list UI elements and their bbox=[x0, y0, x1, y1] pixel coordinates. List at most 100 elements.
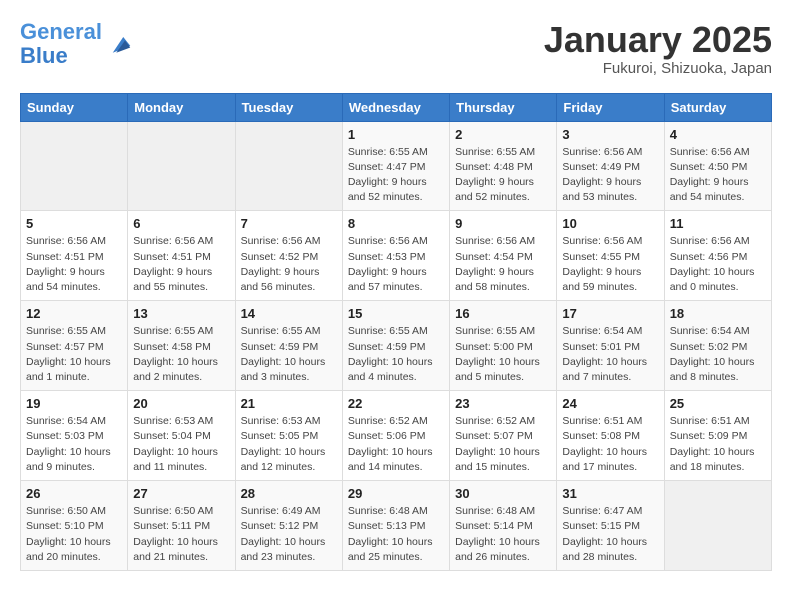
day-info: Sunrise: 6:53 AM Sunset: 5:04 PM Dayligh… bbox=[133, 414, 229, 475]
day-info: Sunrise: 6:55 AM Sunset: 4:48 PM Dayligh… bbox=[455, 145, 551, 206]
weekday-header-thursday: Thursday bbox=[450, 93, 557, 121]
day-info: Sunrise: 6:54 AM Sunset: 5:02 PM Dayligh… bbox=[670, 324, 766, 385]
day-number: 20 bbox=[133, 396, 229, 411]
day-cell: 16 Sunrise: 6:55 AM Sunset: 5:00 PM Dayli… bbox=[450, 301, 557, 391]
day-number: 10 bbox=[562, 216, 658, 231]
day-number: 7 bbox=[241, 216, 337, 231]
day-info: Sunrise: 6:56 AM Sunset: 4:51 PM Dayligh… bbox=[26, 234, 122, 295]
day-info: Sunrise: 6:55 AM Sunset: 4:58 PM Dayligh… bbox=[133, 324, 229, 385]
day-info: Sunrise: 6:54 AM Sunset: 5:03 PM Dayligh… bbox=[26, 414, 122, 475]
day-cell: 30Sunrise: 6:48 AM Sunset: 5:14 PM Dayli… bbox=[450, 481, 557, 571]
day-cell: 31 Sunrise: 6:47 AM Sunset: 5:15 PM Dayli… bbox=[557, 481, 664, 571]
day-number: 31 bbox=[562, 486, 658, 501]
day-number: 21 bbox=[241, 396, 337, 411]
title-block: January 2025 Fukuroi, Shizuoka, Japan bbox=[544, 20, 772, 77]
day-cell: 5 Sunrise: 6:56 AM Sunset: 4:51 PM Daylig… bbox=[21, 211, 128, 301]
day-info: Sunrise: 6:53 AM Sunset: 5:05 PM Dayligh… bbox=[241, 414, 337, 475]
logo-general: General bbox=[20, 19, 102, 44]
week-row-5: 26 Sunrise: 6:50 AM Sunset: 5:10 PM Dayli… bbox=[21, 481, 772, 571]
day-number: 19 bbox=[26, 396, 122, 411]
day-number: 2 bbox=[455, 127, 551, 142]
logo-text: General Blue bbox=[20, 20, 102, 68]
day-number: 8 bbox=[348, 216, 444, 231]
day-info: Sunrise: 6:49 AM Sunset: 5:12 PM Dayligh… bbox=[241, 504, 337, 565]
day-cell: 22 Sunrise: 6:52 AM Sunset: 5:06 PM Dayli… bbox=[342, 391, 449, 481]
day-number: 16 bbox=[455, 306, 551, 321]
day-info: Sunrise: 6:56 AM Sunset: 4:53 PM Dayligh… bbox=[348, 234, 444, 295]
day-cell: 28 Sunrise: 6:49 AM Sunset: 5:12 PM Dayli… bbox=[235, 481, 342, 571]
day-info: Sunrise: 6:52 AM Sunset: 5:07 PM Dayligh… bbox=[455, 414, 551, 475]
day-info: Sunrise: 6:51 AM Sunset: 5:09 PM Dayligh… bbox=[670, 414, 766, 475]
day-cell: 7 Sunrise: 6:56 AM Sunset: 4:52 PM Daylig… bbox=[235, 211, 342, 301]
day-info: Sunrise: 6:55 AM Sunset: 4:59 PM Dayligh… bbox=[348, 324, 444, 385]
weekday-header-friday: Friday bbox=[557, 93, 664, 121]
day-info: Sunrise: 6:48 AM Sunset: 5:13 PM Dayligh… bbox=[348, 504, 444, 565]
day-info: Sunrise: 6:50 AM Sunset: 5:11 PM Dayligh… bbox=[133, 504, 229, 565]
day-cell bbox=[128, 121, 235, 211]
day-info: Sunrise: 6:56 AM Sunset: 4:55 PM Dayligh… bbox=[562, 234, 658, 295]
location-subtitle: Fukuroi, Shizuoka, Japan bbox=[544, 60, 772, 77]
day-cell: 25 Sunrise: 6:51 AM Sunset: 5:09 PM Dayli… bbox=[664, 391, 771, 481]
week-row-3: 12Sunrise: 6:55 AM Sunset: 4:57 PM Dayli… bbox=[21, 301, 772, 391]
day-number: 4 bbox=[670, 127, 766, 142]
day-info: Sunrise: 6:51 AM Sunset: 5:08 PM Dayligh… bbox=[562, 414, 658, 475]
day-cell: 18 Sunrise: 6:54 AM Sunset: 5:02 PM Dayli… bbox=[664, 301, 771, 391]
day-cell: 12Sunrise: 6:55 AM Sunset: 4:57 PM Dayli… bbox=[21, 301, 128, 391]
day-number: 28 bbox=[241, 486, 337, 501]
day-cell: 15Sunrise: 6:55 AM Sunset: 4:59 PM Dayli… bbox=[342, 301, 449, 391]
day-number: 27 bbox=[133, 486, 229, 501]
day-number: 26 bbox=[26, 486, 122, 501]
day-cell: 19 Sunrise: 6:54 AM Sunset: 5:03 PM Dayli… bbox=[21, 391, 128, 481]
day-info: Sunrise: 6:50 AM Sunset: 5:10 PM Dayligh… bbox=[26, 504, 122, 565]
day-info: Sunrise: 6:55 AM Sunset: 4:47 PM Dayligh… bbox=[348, 145, 444, 206]
day-cell: 9 Sunrise: 6:56 AM Sunset: 4:54 PM Daylig… bbox=[450, 211, 557, 301]
day-info: Sunrise: 6:56 AM Sunset: 4:49 PM Dayligh… bbox=[562, 145, 658, 206]
day-info: Sunrise: 6:56 AM Sunset: 4:51 PM Dayligh… bbox=[133, 234, 229, 295]
day-number: 1 bbox=[348, 127, 444, 142]
day-info: Sunrise: 6:48 AM Sunset: 5:14 PM Dayligh… bbox=[455, 504, 551, 565]
day-cell bbox=[664, 481, 771, 571]
calendar-table: SundayMondayTuesdayWednesdayThursdayFrid… bbox=[20, 93, 772, 571]
day-cell bbox=[21, 121, 128, 211]
logo-icon bbox=[104, 30, 132, 58]
day-cell: 21 Sunrise: 6:53 AM Sunset: 5:05 PM Dayli… bbox=[235, 391, 342, 481]
day-cell: 24Sunrise: 6:51 AM Sunset: 5:08 PM Dayli… bbox=[557, 391, 664, 481]
day-number: 17 bbox=[562, 306, 658, 321]
day-info: Sunrise: 6:56 AM Sunset: 4:54 PM Dayligh… bbox=[455, 234, 551, 295]
week-row-1: 1 Sunrise: 6:55 AM Sunset: 4:47 PM Daylig… bbox=[21, 121, 772, 211]
day-number: 12 bbox=[26, 306, 122, 321]
day-number: 25 bbox=[670, 396, 766, 411]
page-header: General Blue January 2025 Fukuroi, Shizu… bbox=[20, 20, 772, 77]
day-cell: 17Sunrise: 6:54 AM Sunset: 5:01 PM Dayli… bbox=[557, 301, 664, 391]
weekday-header-tuesday: Tuesday bbox=[235, 93, 342, 121]
weekday-header-row: SundayMondayTuesdayWednesdayThursdayFrid… bbox=[21, 93, 772, 121]
day-cell: 20 Sunrise: 6:53 AM Sunset: 5:04 PM Dayli… bbox=[128, 391, 235, 481]
month-title: January 2025 bbox=[544, 20, 772, 60]
day-number: 13 bbox=[133, 306, 229, 321]
day-cell: 29Sunrise: 6:48 AM Sunset: 5:13 PM Dayli… bbox=[342, 481, 449, 571]
week-row-2: 5 Sunrise: 6:56 AM Sunset: 4:51 PM Daylig… bbox=[21, 211, 772, 301]
weekday-header-wednesday: Wednesday bbox=[342, 93, 449, 121]
day-cell: 26 Sunrise: 6:50 AM Sunset: 5:10 PM Dayli… bbox=[21, 481, 128, 571]
day-info: Sunrise: 6:56 AM Sunset: 4:50 PM Dayligh… bbox=[670, 145, 766, 206]
day-number: 22 bbox=[348, 396, 444, 411]
day-number: 9 bbox=[455, 216, 551, 231]
day-info: Sunrise: 6:56 AM Sunset: 4:52 PM Dayligh… bbox=[241, 234, 337, 295]
day-cell: 10 Sunrise: 6:56 AM Sunset: 4:55 PM Dayli… bbox=[557, 211, 664, 301]
day-cell: 1 Sunrise: 6:55 AM Sunset: 4:47 PM Daylig… bbox=[342, 121, 449, 211]
logo: General Blue bbox=[20, 20, 132, 68]
day-cell: 11 Sunrise: 6:56 AM Sunset: 4:56 PM Dayli… bbox=[664, 211, 771, 301]
day-number: 11 bbox=[670, 216, 766, 231]
day-cell: 4 Sunrise: 6:56 AM Sunset: 4:50 PM Daylig… bbox=[664, 121, 771, 211]
day-number: 3 bbox=[562, 127, 658, 142]
day-info: Sunrise: 6:55 AM Sunset: 5:00 PM Dayligh… bbox=[455, 324, 551, 385]
day-number: 5 bbox=[26, 216, 122, 231]
week-row-4: 19 Sunrise: 6:54 AM Sunset: 5:03 PM Dayli… bbox=[21, 391, 772, 481]
day-info: Sunrise: 6:47 AM Sunset: 5:15 PM Dayligh… bbox=[562, 504, 658, 565]
weekday-header-saturday: Saturday bbox=[664, 93, 771, 121]
day-info: Sunrise: 6:55 AM Sunset: 4:59 PM Dayligh… bbox=[241, 324, 337, 385]
day-info: Sunrise: 6:56 AM Sunset: 4:56 PM Dayligh… bbox=[670, 234, 766, 295]
day-cell: 3 Sunrise: 6:56 AM Sunset: 4:49 PM Daylig… bbox=[557, 121, 664, 211]
day-info: Sunrise: 6:52 AM Sunset: 5:06 PM Dayligh… bbox=[348, 414, 444, 475]
day-number: 18 bbox=[670, 306, 766, 321]
